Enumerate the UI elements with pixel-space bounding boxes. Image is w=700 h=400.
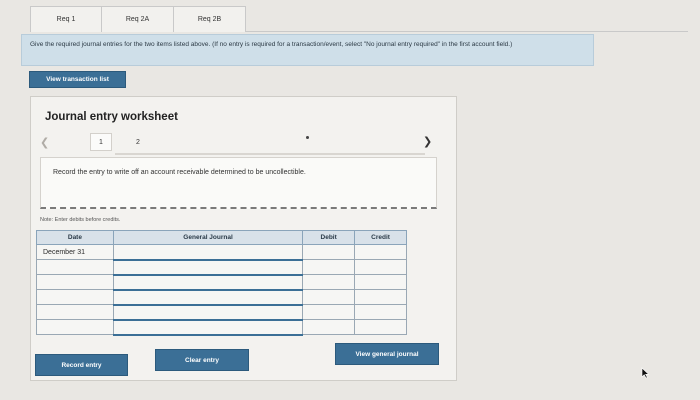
date-cell	[36, 289, 114, 305]
credit-field[interactable]	[354, 274, 407, 290]
credit-field[interactable]	[354, 259, 407, 275]
date-cell: December 31	[36, 244, 114, 260]
requirement-tabs: Req 1 Req 2A Req 2B	[30, 6, 688, 32]
clear-entry-button[interactable]: Clear entry	[155, 349, 249, 371]
account-field[interactable]	[112, 319, 304, 336]
instructions-banner: Give the required journal entries for th…	[21, 34, 594, 66]
tab-bar-spacer	[246, 6, 688, 32]
date-cell	[36, 274, 114, 290]
column-header-debit: Debit	[302, 230, 356, 245]
credit-field[interactable]	[354, 244, 407, 260]
column-header-credit: Credit	[354, 230, 407, 245]
debit-field[interactable]	[302, 304, 356, 320]
debit-field[interactable]	[302, 259, 356, 275]
chevron-right-icon[interactable]: ❯	[423, 135, 432, 148]
pager-divider	[115, 153, 425, 155]
page-tab-1[interactable]: 1	[90, 133, 112, 151]
tab-req-2a[interactable]: Req 2A	[102, 6, 174, 32]
credit-field[interactable]	[354, 304, 407, 320]
chevron-left-icon[interactable]: ❮	[40, 136, 49, 149]
table-row	[36, 319, 407, 336]
credit-field[interactable]	[354, 319, 407, 335]
credit-field[interactable]	[354, 289, 407, 305]
tab-req-2b[interactable]: Req 2B	[174, 6, 246, 32]
account-field[interactable]	[112, 274, 304, 291]
account-field[interactable]	[112, 244, 304, 261]
debit-field[interactable]	[302, 289, 356, 305]
view-transaction-list-button[interactable]: View transaction list	[29, 71, 126, 88]
record-description: Record the entry to write off an account…	[40, 157, 437, 209]
account-field[interactable]	[112, 304, 304, 321]
debits-credits-note: Note: Enter debits before credits.	[40, 217, 121, 223]
page-tab-2[interactable]: 2	[127, 133, 149, 151]
journal-entry-worksheet: Journal entry worksheet ❮ 1 2 ❯ Record t…	[30, 96, 457, 381]
table-row	[36, 289, 407, 306]
table-row	[36, 259, 407, 276]
view-general-journal-button[interactable]: View general journal	[335, 343, 439, 365]
table-row	[36, 304, 407, 321]
date-cell	[36, 304, 114, 320]
account-field[interactable]	[112, 259, 304, 276]
debit-field[interactable]	[302, 319, 356, 335]
dot-marker	[306, 136, 309, 139]
date-cell	[36, 259, 114, 275]
table-row	[36, 274, 407, 291]
table-row: December 31	[36, 244, 407, 261]
worksheet-title: Journal entry worksheet	[45, 111, 178, 123]
date-cell	[36, 319, 114, 335]
tab-req-1[interactable]: Req 1	[30, 6, 102, 32]
record-entry-button[interactable]: Record entry	[35, 354, 128, 376]
column-header-date: Date	[36, 230, 114, 245]
mouse-cursor-icon	[641, 367, 650, 379]
journal-table: Date General Journal Debit Credit Decemb…	[36, 230, 407, 336]
account-field[interactable]	[112, 289, 304, 306]
column-header-general-journal: General Journal	[112, 230, 304, 245]
debit-field[interactable]	[302, 244, 356, 260]
debit-field[interactable]	[302, 274, 356, 290]
